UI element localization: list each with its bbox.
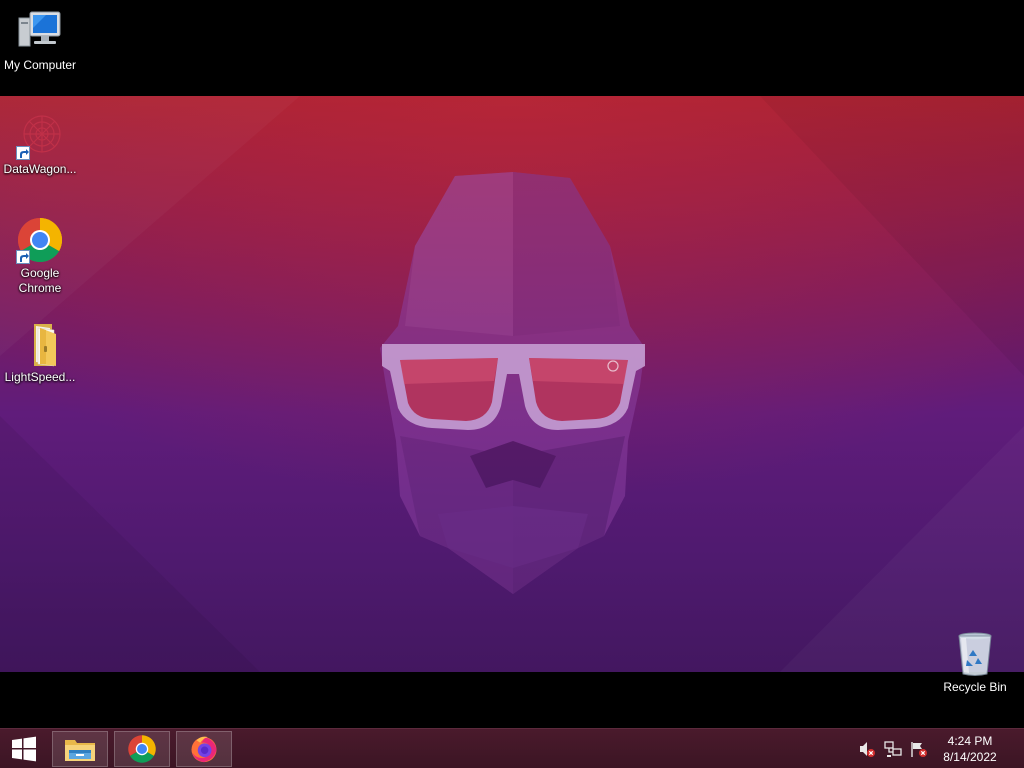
gorilla-wallpaper-art — [0, 96, 1024, 672]
desktop-icon-label: Recycle Bin — [943, 680, 1007, 694]
shortcut-arrow-icon — [16, 250, 30, 264]
taskbar-file-explorer-button[interactable] — [52, 731, 108, 767]
desktop-icon-recycle-bin[interactable]: Recycle Bin — [935, 630, 1015, 695]
datawagon-icon — [16, 112, 64, 160]
folder-icon — [16, 320, 64, 368]
clock-time: 4:24 PM — [947, 734, 993, 748]
desktop-icon-lightspeed[interactable]: LightSpeed... — [0, 320, 80, 385]
taskbar-clock[interactable]: 4:24 PM 8/14/2022 — [930, 733, 1010, 765]
action-center-flag-icon[interactable] — [910, 740, 928, 758]
chrome-icon — [128, 735, 156, 763]
clock-date: 8/14/2022 — [943, 750, 997, 764]
firefox-icon — [191, 736, 217, 763]
volume-muted-icon[interactable] — [858, 740, 876, 758]
system-tray — [858, 729, 928, 768]
desktop: My Computer DataWagon... Google Chrome L… — [0, 0, 1024, 728]
chrome-icon — [16, 216, 64, 264]
desktop-icon-google-chrome[interactable]: Google Chrome — [0, 216, 80, 296]
desktop-icon-label: Google Chrome — [18, 266, 62, 295]
desktop-icon-label: My Computer — [3, 58, 77, 72]
shortcut-arrow-icon — [16, 146, 30, 160]
taskbar: 4:24 PM 8/14/2022 — [0, 728, 1024, 768]
desktop-icon-my-computer[interactable]: My Computer — [0, 8, 80, 73]
network-icon[interactable] — [884, 740, 902, 758]
desktop-icon-datawagon[interactable]: DataWagon... — [0, 112, 80, 177]
computer-icon — [16, 8, 64, 56]
start-button[interactable] — [0, 729, 48, 768]
taskbar-firefox-button[interactable] — [176, 731, 232, 767]
wallpaper — [0, 96, 1024, 672]
taskbar-chrome-button[interactable] — [114, 731, 170, 767]
desktop-icon-label: LightSpeed... — [4, 370, 76, 384]
windows-logo-icon — [12, 736, 36, 762]
file-explorer-icon — [65, 740, 95, 761]
recycle-bin-icon — [951, 630, 999, 678]
desktop-icon-label: DataWagon... — [3, 162, 77, 176]
